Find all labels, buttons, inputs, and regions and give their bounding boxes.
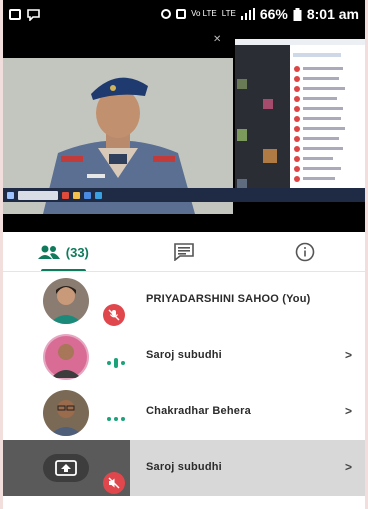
shared-screen[interactable] bbox=[235, 39, 365, 197]
avatar bbox=[43, 390, 89, 436]
windows-icon bbox=[7, 191, 14, 199]
video-area[interactable]: ✕ bbox=[3, 28, 365, 232]
participant-name: PRIYADARSHINI SAHOO (You) bbox=[146, 293, 311, 305]
close-icon[interactable]: ✕ bbox=[213, 34, 221, 45]
status-bar: Vo LTE LTE 66% 8:01 am bbox=[3, 0, 365, 28]
participant-row[interactable]: Saroj subudhi > bbox=[3, 440, 365, 496]
info-icon bbox=[295, 242, 314, 262]
avatar bbox=[43, 278, 89, 324]
shared-screen-content bbox=[235, 39, 365, 197]
participant-avatar-area bbox=[3, 384, 130, 440]
clock: 8:01 am bbox=[306, 6, 359, 22]
participant-row[interactable]: Chakradhar Behera > bbox=[3, 384, 365, 440]
mail-icon bbox=[95, 191, 102, 199]
signal-icon bbox=[240, 8, 255, 20]
speaking-indicator bbox=[107, 358, 125, 368]
participant-name: Chakradhar Behera bbox=[146, 405, 251, 417]
gallery-icon bbox=[9, 8, 21, 20]
meeting-tabs: (33) bbox=[3, 232, 365, 272]
mic-off-icon bbox=[108, 309, 120, 321]
participant-row[interactable]: PRIYADARSHINI SAHOO (You) bbox=[3, 272, 365, 328]
participant-avatar-area bbox=[3, 440, 130, 496]
battery-percent: 66% bbox=[259, 6, 288, 22]
participant-name: Saroj subudhi bbox=[146, 461, 222, 473]
people-icon bbox=[37, 245, 60, 259]
participant-avatar-area bbox=[3, 328, 130, 384]
chevron-right-icon[interactable]: > bbox=[345, 404, 352, 418]
taskbar bbox=[3, 188, 365, 202]
chevron-right-icon[interactable]: > bbox=[345, 460, 352, 474]
meet-app-frame: Vo LTE LTE 66% 8:01 am ✕ (33) PRIYADARSH… bbox=[3, 0, 365, 509]
tab-people[interactable]: (33) bbox=[3, 232, 124, 272]
battery-icon bbox=[293, 7, 302, 21]
participant-name: Saroj subudhi bbox=[146, 349, 222, 361]
tab-info[interactable] bbox=[244, 232, 365, 272]
browser-icon bbox=[62, 191, 69, 199]
participant-row[interactable]: Saroj subudhi > bbox=[3, 328, 365, 384]
connecting-indicator bbox=[107, 417, 125, 421]
chat-bubble-icon bbox=[27, 8, 40, 21]
taskbar-search bbox=[18, 190, 58, 200]
folder-icon bbox=[73, 191, 80, 199]
avatar bbox=[43, 334, 89, 380]
participant-avatar-area bbox=[3, 272, 130, 328]
lte-label: LTE bbox=[221, 9, 236, 18]
chat-icon bbox=[174, 243, 194, 261]
store-icon bbox=[84, 191, 91, 199]
network-label: Vo LTE bbox=[191, 9, 217, 18]
volume-off-icon bbox=[108, 477, 120, 489]
tab-chat[interactable] bbox=[124, 232, 245, 272]
participant-list: PRIYADARSHINI SAHOO (You) Saroj subudhi bbox=[3, 272, 365, 509]
present-screen-icon bbox=[43, 454, 89, 482]
mic-off-badge bbox=[103, 304, 125, 326]
chevron-right-icon[interactable]: > bbox=[345, 348, 352, 362]
record-icon bbox=[176, 9, 187, 19]
people-count: (33) bbox=[65, 244, 89, 260]
volume-off-badge bbox=[103, 472, 125, 494]
alarm-icon bbox=[161, 9, 172, 19]
